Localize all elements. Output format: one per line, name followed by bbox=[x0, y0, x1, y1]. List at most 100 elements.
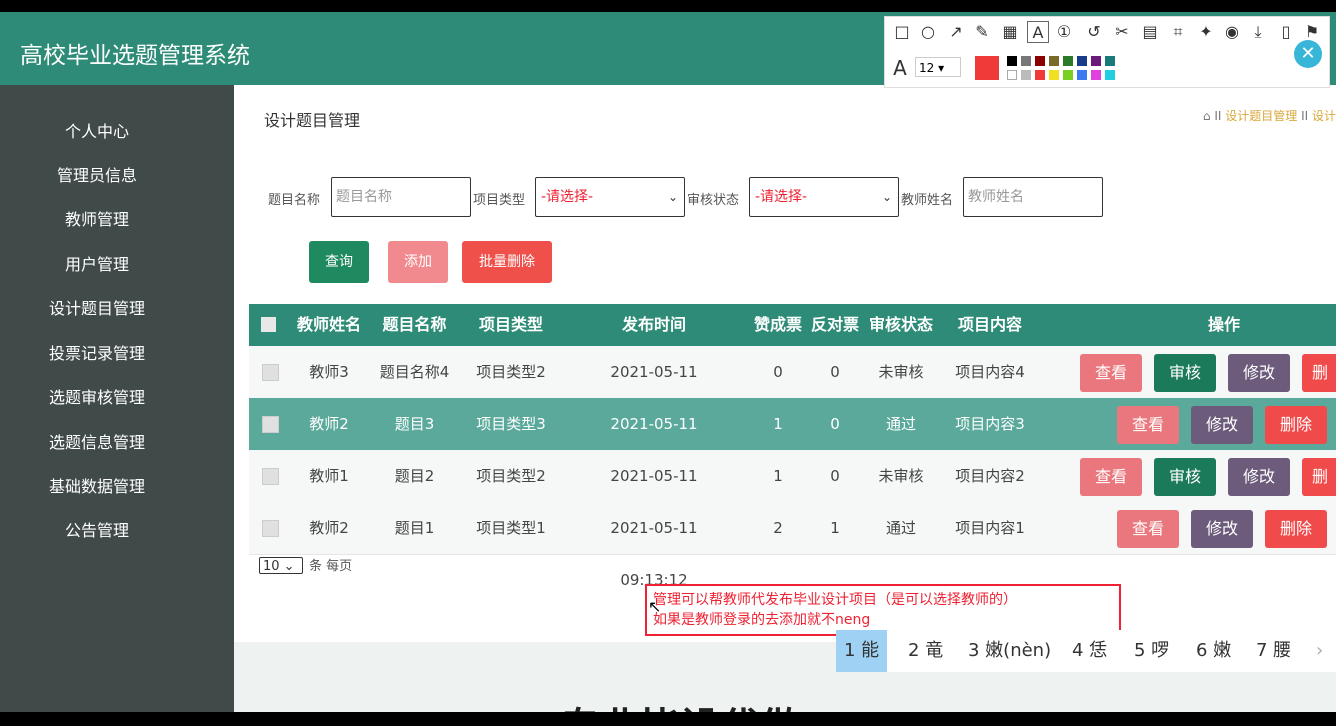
ime-candidate[interactable]: 3 嫩(nèn) bbox=[968, 630, 1051, 672]
batch-delete-button[interactable]: 批量删除 bbox=[462, 241, 552, 283]
cut-icon[interactable]: ✂ bbox=[1111, 21, 1133, 43]
undo-icon[interactable]: ↺ bbox=[1083, 21, 1105, 43]
sidebar-item-user-management[interactable]: 用户管理 bbox=[0, 251, 194, 275]
font-size-select[interactable]: 12 ▾ bbox=[915, 57, 961, 77]
ellipse-tool-icon[interactable]: ○ bbox=[917, 21, 939, 43]
audit-button[interactable]: 审核 bbox=[1154, 354, 1216, 392]
color-swatch[interactable] bbox=[1021, 56, 1031, 66]
ocr-icon[interactable]: ▤ bbox=[1139, 21, 1161, 43]
cell-status: 未审核 bbox=[878, 467, 924, 485]
table-row: 教师3 题目名称4 项目类型2 2021-05-11 21:07:07 0 0 … bbox=[249, 346, 1336, 433]
cell-topic: 题目名称4 bbox=[379, 363, 450, 381]
mosaic-tool-icon[interactable]: ▦ bbox=[999, 21, 1021, 43]
text-tool-icon[interactable]: A bbox=[1027, 21, 1049, 43]
view-button[interactable]: 查看 bbox=[1080, 458, 1142, 496]
color-swatch[interactable] bbox=[1021, 70, 1031, 80]
save-icon[interactable]: ▯ bbox=[1275, 21, 1297, 43]
color-swatch[interactable] bbox=[1105, 56, 1115, 66]
record-icon[interactable]: ◉ bbox=[1221, 21, 1243, 43]
delete-button[interactable]: 删除 bbox=[1302, 458, 1336, 496]
breadcrumb-separator: II bbox=[1214, 109, 1222, 123]
row-checkbox[interactable] bbox=[262, 364, 279, 381]
sidebar-item-selection-review[interactable]: 选题审核管理 bbox=[0, 384, 194, 408]
color-swatch[interactable] bbox=[1007, 56, 1017, 66]
color-swatch[interactable] bbox=[1063, 56, 1073, 66]
arrow-tool-icon[interactable]: ↗ bbox=[945, 21, 967, 43]
ime-candidate[interactable]: 7 腰 bbox=[1256, 630, 1291, 672]
color-swatch[interactable] bbox=[1035, 70, 1045, 80]
cell-yes: 1 bbox=[773, 415, 783, 433]
row-checkbox[interactable] bbox=[262, 520, 279, 537]
delete-button[interactable]: 删除 bbox=[1265, 406, 1327, 444]
color-swatch[interactable] bbox=[1049, 70, 1059, 80]
color-swatch[interactable] bbox=[1077, 56, 1087, 66]
add-button[interactable]: 添加 bbox=[388, 241, 448, 283]
sidebar-item-selection-info[interactable]: 选题信息管理 bbox=[0, 429, 194, 453]
color-swatch[interactable] bbox=[1063, 70, 1073, 80]
chevron-right-icon[interactable]: › bbox=[1316, 630, 1323, 672]
color-swatch[interactable] bbox=[1077, 70, 1087, 80]
audit-status-select[interactable]: -请选择- ⌄ bbox=[749, 177, 899, 217]
cell-teacher: 教师1 bbox=[309, 467, 349, 485]
home-icon[interactable]: ⌂ bbox=[1203, 109, 1211, 123]
color-swatch[interactable] bbox=[1007, 70, 1017, 80]
sidebar-item-admin-info[interactable]: 管理员信息 bbox=[0, 162, 194, 186]
bottom-banner-text: 专业毕设代做 bbox=[560, 695, 800, 712]
sidebar-item-vote-records[interactable]: 投票记录管理 bbox=[0, 340, 194, 364]
rectangle-tool-icon[interactable]: □ bbox=[891, 21, 913, 43]
edit-button[interactable]: 修改 bbox=[1191, 510, 1253, 548]
delete-button[interactable]: 删除 bbox=[1302, 354, 1336, 392]
edit-button[interactable]: 修改 bbox=[1228, 458, 1290, 496]
project-type-select[interactable]: -请选择- ⌄ bbox=[535, 177, 685, 217]
view-button[interactable]: 查看 bbox=[1117, 406, 1179, 444]
cell-topic: 题目1 bbox=[394, 519, 435, 537]
view-button[interactable]: 查看 bbox=[1117, 510, 1179, 548]
cell-no: 1 bbox=[830, 519, 840, 537]
pin-icon[interactable]: ✦ bbox=[1195, 21, 1217, 43]
cell-yes: 2 bbox=[773, 519, 783, 537]
row-checkbox[interactable] bbox=[262, 416, 279, 433]
ime-candidate[interactable]: 5 啰 bbox=[1134, 630, 1169, 672]
color-swatch[interactable] bbox=[1091, 56, 1101, 66]
sidebar-item-personal-center[interactable]: 个人中心 bbox=[0, 118, 194, 142]
color-swatch[interactable] bbox=[1091, 70, 1101, 80]
scan-icon[interactable]: ⌗ bbox=[1167, 21, 1189, 43]
color-swatch[interactable] bbox=[1049, 56, 1059, 66]
number-tool-icon[interactable]: ① bbox=[1053, 21, 1075, 43]
breadcrumb-current[interactable]: 设计题目管理 bbox=[1225, 109, 1297, 123]
page-size-select[interactable]: 10 ⌄ bbox=[259, 557, 303, 574]
topic-name-input[interactable]: 题目名称 bbox=[331, 177, 471, 217]
breadcrumb-next[interactable]: 设计 bbox=[1312, 109, 1336, 123]
close-icon[interactable]: ✕ bbox=[1294, 40, 1322, 68]
sidebar-item-announcements[interactable]: 公告管理 bbox=[0, 517, 194, 541]
query-button[interactable]: 查询 bbox=[309, 241, 369, 283]
annotation-textbox[interactable]: 管理可以帮教师代发布毕业设计项目（是可以选择教师的） 如果是教师登录的去添加就不… bbox=[645, 584, 1121, 636]
table-row: 教师2 题目1 项目类型1 2021-05-11 09:13:12 2 1 通过… bbox=[249, 502, 1336, 589]
sidebar-item-base-data[interactable]: 基础数据管理 bbox=[0, 473, 194, 497]
edit-button[interactable]: 修改 bbox=[1191, 406, 1253, 444]
page-title: 设计题目管理 bbox=[264, 111, 361, 130]
view-button[interactable]: 查看 bbox=[1080, 354, 1142, 392]
ime-candidate[interactable]: 2 竜 bbox=[908, 630, 943, 672]
color-swatch[interactable] bbox=[1105, 70, 1115, 80]
edit-button[interactable]: 修改 bbox=[1228, 354, 1290, 392]
audit-status-value: -请选择- bbox=[755, 189, 808, 205]
breadcrumb: ⌂ II 设计题目管理 II 设计 bbox=[1203, 107, 1336, 124]
ime-candidate[interactable]: 4 恁 bbox=[1072, 630, 1107, 672]
teacher-name-input[interactable]: 教师姓名 bbox=[963, 177, 1103, 217]
sidebar-item-teacher-management[interactable]: 教师管理 bbox=[0, 206, 194, 230]
ime-candidate[interactable]: 1 能 bbox=[836, 630, 888, 672]
select-all-checkbox[interactable] bbox=[261, 317, 276, 332]
font-icon: A bbox=[893, 56, 907, 80]
row-checkbox[interactable] bbox=[262, 468, 279, 485]
delete-button[interactable]: 删除 bbox=[1265, 510, 1327, 548]
cell-type: 项目类型1 bbox=[476, 519, 546, 537]
pencil-tool-icon[interactable]: ✎ bbox=[971, 21, 993, 43]
download-icon[interactable]: ⤓ bbox=[1247, 21, 1269, 43]
ime-candidate[interactable]: 6 嫩 bbox=[1196, 630, 1231, 672]
selected-color-swatch[interactable] bbox=[975, 56, 999, 80]
audit-button[interactable]: 审核 bbox=[1154, 458, 1216, 496]
color-swatch[interactable] bbox=[1035, 56, 1045, 66]
cell-content: 项目内容4 bbox=[955, 363, 1025, 381]
sidebar-item-topic-management[interactable]: 设计题目管理 bbox=[0, 295, 194, 319]
